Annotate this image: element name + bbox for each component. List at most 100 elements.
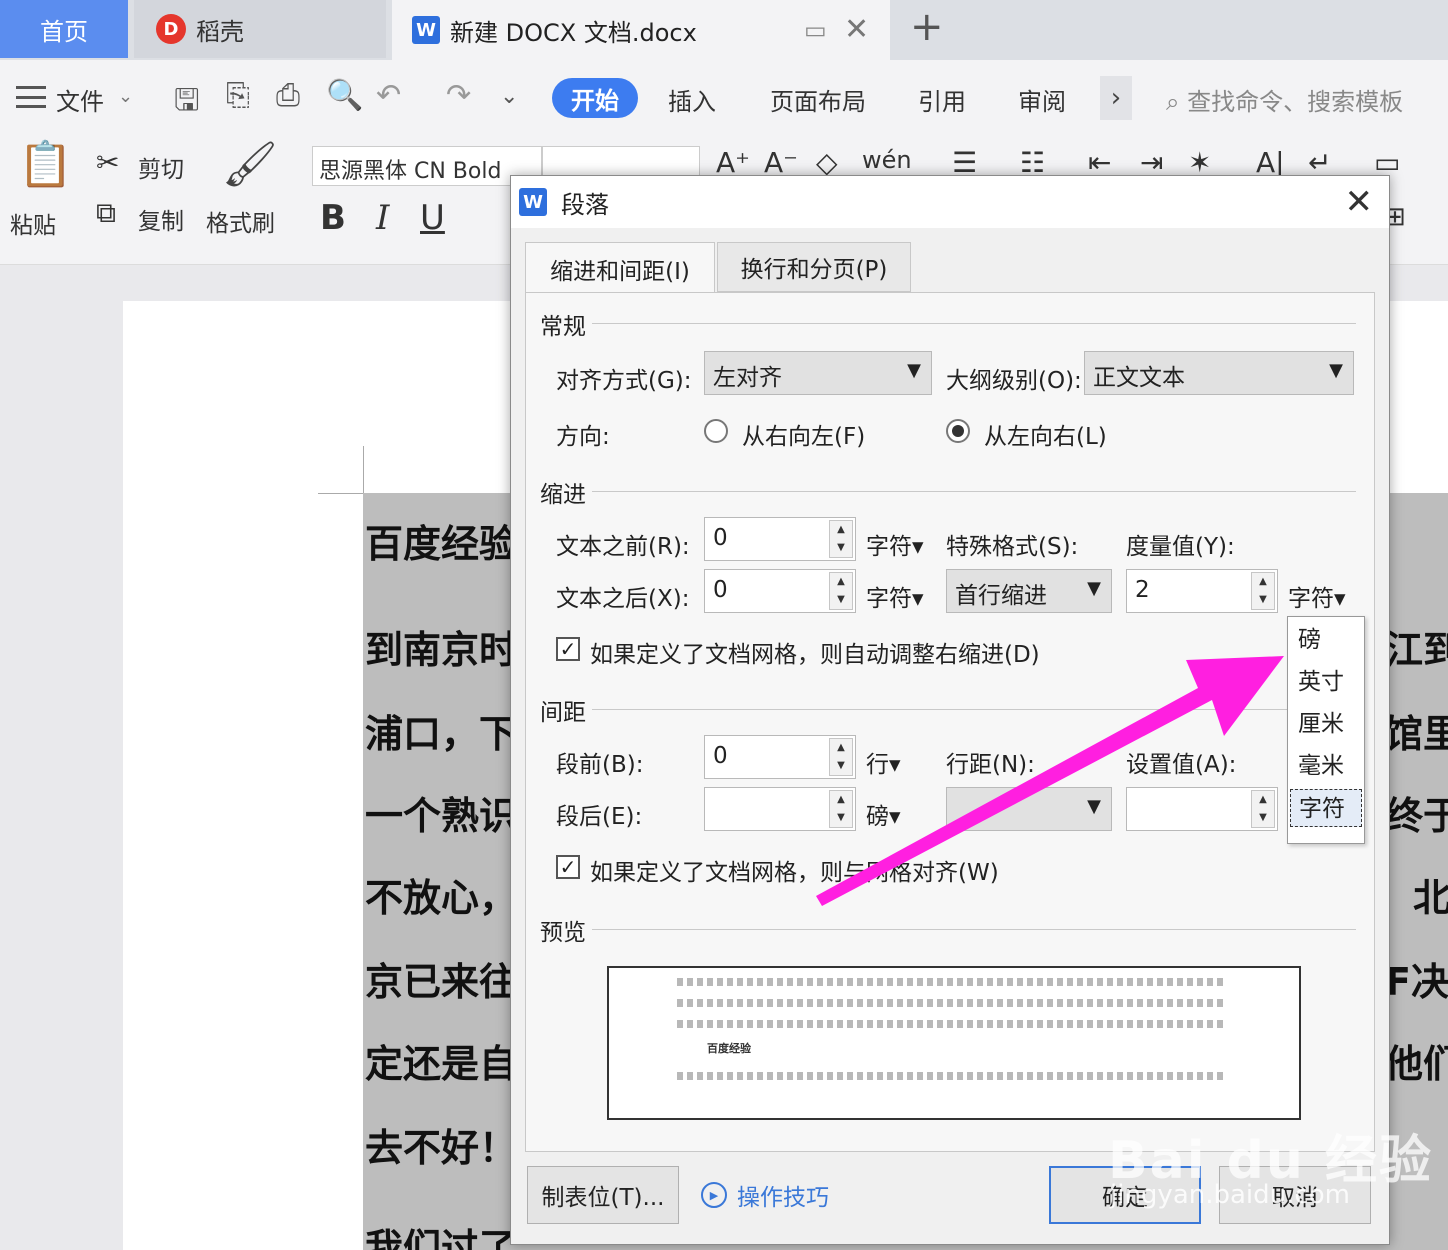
phonetic-icon[interactable]: wén [862,146,912,174]
preview-line [677,1020,1227,1028]
more-tabs-icon[interactable]: › [1100,76,1132,120]
indent-before-unit[interactable]: 字符▾ [866,527,924,561]
tab-bar: 首页 D 稻壳 W 新建 DOCX 文档.docx ▭ ✕ + [0,0,1448,60]
doc-line: 终于 [1385,794,1448,838]
menu-start[interactable]: 开始 [552,78,638,118]
crop-mark [363,446,364,496]
rtl-label[interactable]: 从右向左(F) [742,417,865,451]
auto-adjust-label[interactable]: 如果定义了文档网格，则自动调整右缩进(D) [590,635,1040,669]
monitor-icon[interactable]: ▭ [804,16,827,44]
search-command[interactable]: ⌕ 查找命令、搜索模板 [1166,82,1403,117]
spinner-icon[interactable]: ▲ ▼ [829,572,853,610]
divider [592,929,1356,930]
space-before-input[interactable]: 0 ▲ ▼ [704,735,856,779]
indent-after-input[interactable]: 0 ▲ ▼ [704,569,856,613]
tab-indent-spacing[interactable]: 缩进和间距(I) [525,242,715,294]
export-icon[interactable]: ⎘ [226,78,250,113]
copy-icon[interactable]: ⧉ [96,196,116,230]
unit-dropdown: 磅 英寸 厘米 毫米 字符 [1287,616,1365,844]
menu-row: 文件 ⌄ 🖫 ⎘ ⎙ 🔍 ↶ ↷ ⌄ 开始 插入 页面布局 引用 审阅 › ⌕ … [0,60,1448,132]
paste-button[interactable]: 📋 [18,138,73,190]
tab-daoke[interactable]: D 稻壳 [134,0,386,58]
save-icon[interactable]: 🖫 [174,78,200,129]
unit-option-selected[interactable]: 字符 [1290,789,1362,827]
cut-label[interactable]: 剪切 [138,150,184,184]
rtl-radio[interactable] [704,419,728,443]
grid-align-checkbox[interactable]: ✓ [556,855,580,879]
spinner-icon[interactable]: ▲ ▼ [1251,572,1275,610]
space-before-label: 段前(B): [556,752,644,778]
spinner-icon[interactable]: ▲ ▼ [829,520,853,558]
measure-label: 度量值(Y): [1126,534,1235,560]
menu-page-layout[interactable]: 页面布局 [770,82,866,117]
setting-value-label: 设置值(A): [1126,752,1237,778]
doc-line: 浦口，下 [365,712,518,756]
writer-logo-icon: W [412,16,440,44]
format-painter-label[interactable]: 格式刷 [206,204,275,238]
space-before-unit[interactable]: 行▾ [866,745,901,779]
indent-before-label: 文本之前(R): [556,534,690,560]
tab-line-page-break[interactable]: 换行和分页(P) [717,242,911,292]
ltr-label[interactable]: 从左向右(L) [984,417,1107,451]
menu-insert[interactable]: 插入 [668,82,716,117]
space-after-input[interactable]: ▲ ▼ [704,787,856,831]
ltr-radio[interactable] [946,419,970,443]
menu-reference[interactable]: 引用 [918,82,966,117]
unit-option[interactable]: 毫米 [1290,747,1362,785]
customize-icon[interactable]: ⌄ [500,84,518,109]
bold-button[interactable]: B [320,198,346,238]
spinner-icon[interactable]: ▲ ▼ [1251,790,1275,828]
tab-stops-button[interactable]: 制表位(T)... [527,1166,679,1224]
unit-option[interactable]: 英寸 [1290,663,1362,701]
tab-daoke-label: 稻壳 [196,17,244,46]
print-icon[interactable]: ⎙ [276,78,300,113]
tab-document[interactable]: W 新建 DOCX 文档.docx ▭ ✕ [392,0,890,60]
section-general: 常规 [540,314,586,340]
setting-value-input[interactable]: ▲ ▼ [1126,787,1278,831]
chevron-down-icon[interactable]: ⌄ [118,86,133,107]
grid-align-label[interactable]: 如果定义了文档网格，则与网格对齐(W) [590,853,999,887]
outline-select[interactable]: 正文文本 ▼ [1084,351,1354,395]
indent-before-input[interactable]: 0 ▲ ▼ [704,517,856,561]
measure-input[interactable]: 2 ▲ ▼ [1126,569,1278,613]
paragraph-preview: 百度经验 [607,966,1301,1120]
align-select[interactable]: 左对齐 ▼ [704,351,932,395]
new-tab-button[interactable]: + [910,4,944,50]
space-after-unit[interactable]: 磅▾ [866,797,901,831]
redo-icon[interactable]: ↷ [446,78,471,113]
doc-line: 到南京时 [365,628,518,672]
tips-link[interactable]: ▶ 操作技巧 [701,1178,829,1212]
spinner-icon[interactable]: ▲ ▼ [829,738,853,776]
close-tab-icon[interactable]: ✕ [844,12,869,47]
menu-file[interactable]: 文件 [56,82,104,117]
tips-label: 操作技巧 [737,1185,829,1211]
special-format-select[interactable]: 首行缩进 ▼ [946,569,1112,613]
search-icon: ⌕ [1166,88,1180,116]
print-preview-icon[interactable]: 🔍 [326,78,363,113]
indent-after-unit[interactable]: 字符▾ [866,579,924,613]
tab-home[interactable]: 首页 [0,0,128,58]
measure-unit-select[interactable]: 字符▾ [1288,579,1346,613]
copy-label[interactable]: 复制 [138,202,184,236]
cut-icon[interactable]: ✂ [96,146,119,179]
doc-line: 他们 [1385,1042,1448,1086]
auto-adjust-checkbox[interactable]: ✓ [556,637,580,661]
font-name-value: 思源黑体 CN Bold [319,159,502,184]
unit-option[interactable]: 磅 [1290,621,1362,659]
close-icon[interactable]: ✕ [1345,182,1374,222]
unit-option[interactable]: 厘米 [1290,705,1362,743]
spinner-icon[interactable]: ▲ ▼ [829,790,853,828]
doc-line: 定还是自 [365,1042,518,1086]
format-painter-icon[interactable]: 🖌 [222,138,278,190]
underline-button[interactable]: U [420,198,445,238]
line-spacing-select[interactable]: ▼ [946,787,1112,831]
italic-button[interactable]: I [376,198,389,238]
dialog-title-bar[interactable]: W 段落 ✕ [511,176,1389,228]
menu-review[interactable]: 审阅 [1018,82,1066,117]
font-name-select[interactable]: 思源黑体 CN Bold [312,146,542,186]
doc-line: 一个熟识 [365,794,518,838]
hamburger-icon[interactable] [16,86,46,108]
undo-icon[interactable]: ↶ [376,78,401,113]
paste-label[interactable]: 粘贴 [10,206,56,240]
section-preview: 预览 [540,920,586,946]
